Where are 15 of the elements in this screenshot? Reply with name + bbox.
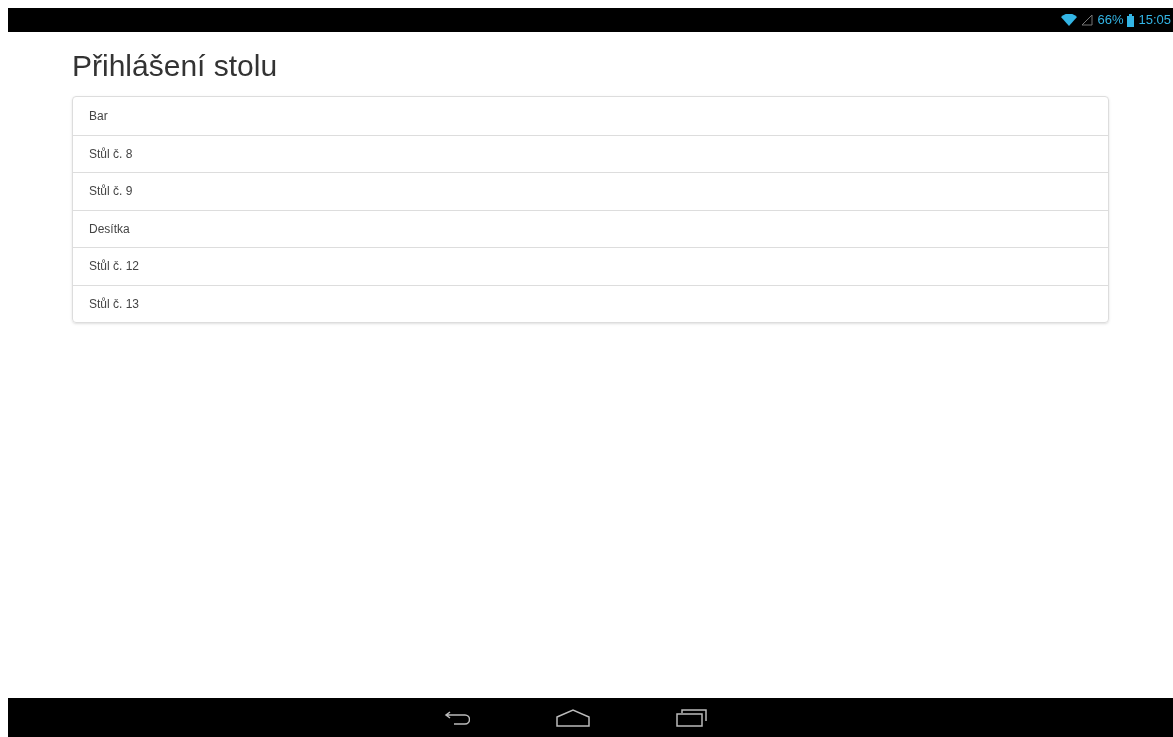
battery-icon (1127, 13, 1135, 27)
signal-icon (1081, 14, 1094, 26)
table-list-item[interactable]: Desítka (73, 209, 1108, 247)
table-list-item[interactable]: Stůl č. 8 (73, 134, 1108, 172)
wifi-icon (1061, 14, 1078, 26)
home-icon[interactable] (555, 708, 590, 727)
table-list-item[interactable]: Bar (73, 97, 1108, 135)
table-list-item[interactable]: Stůl č. 13 (73, 284, 1108, 322)
page-title: Přihlášení stolu (72, 48, 279, 84)
recent-apps-icon[interactable] (675, 708, 708, 727)
back-icon[interactable] (443, 710, 470, 725)
table-list-item[interactable]: Stůl č. 9 (73, 172, 1108, 210)
battery-level: 66% (1097, 11, 1124, 30)
table-list-item[interactable]: Stůl č. 12 (73, 247, 1108, 285)
clock: 15:05 (1138, 11, 1171, 30)
